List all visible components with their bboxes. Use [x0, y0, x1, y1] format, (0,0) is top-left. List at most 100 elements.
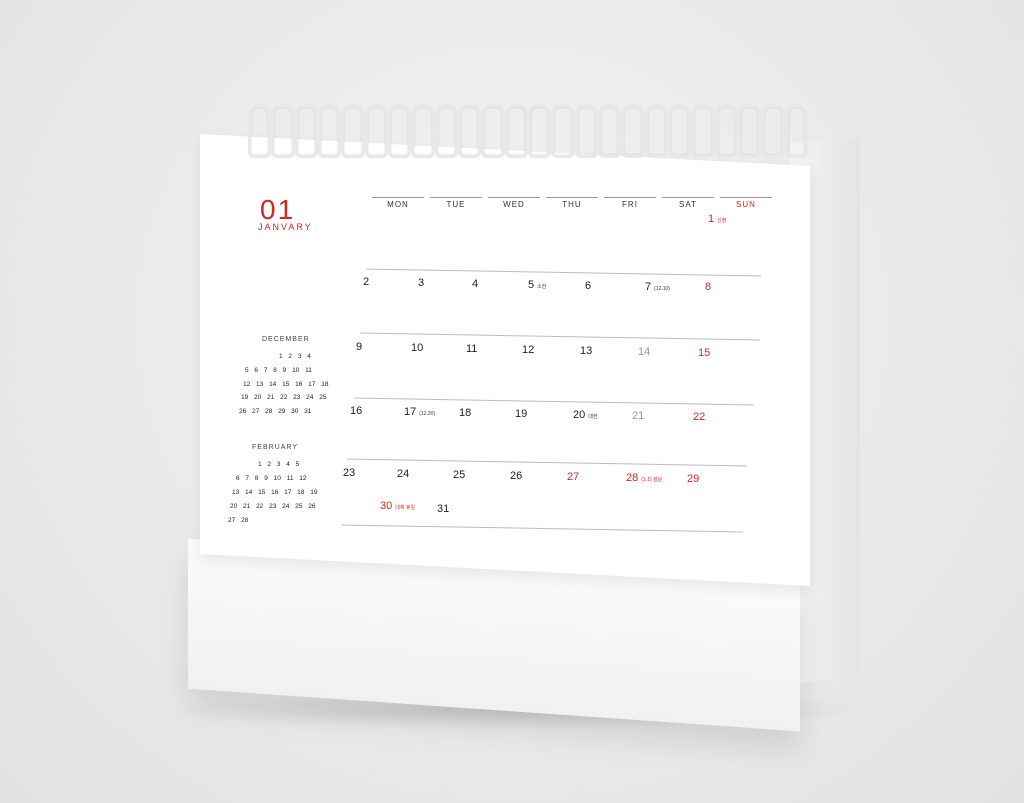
- day-note: (1.1) 설날: [641, 477, 663, 483]
- weekday-wed: WED: [488, 197, 540, 211]
- weekday-sun: SUN: [720, 197, 772, 211]
- ring: [597, 104, 622, 158]
- day-cell: 19: [515, 408, 527, 420]
- day-cell: 22: [693, 411, 705, 423]
- day-cell: 28 (1.1) 설날: [626, 472, 662, 484]
- ring: [434, 104, 458, 158]
- day-cell: 10: [411, 342, 423, 354]
- ring: [387, 104, 412, 158]
- ring: [737, 104, 762, 158]
- mini-week-row: 27 28: [228, 517, 249, 524]
- day-cell: 13: [580, 345, 592, 357]
- day-number: 11: [466, 343, 478, 355]
- ring: [271, 104, 295, 158]
- day-number: 14: [638, 346, 651, 358]
- ring: [667, 104, 692, 158]
- weekday-mon: MON: [372, 197, 424, 211]
- day-cell: 12: [522, 344, 534, 356]
- ring: [457, 104, 482, 158]
- day-cell: 15: [698, 347, 710, 359]
- day-number: 6: [585, 280, 592, 292]
- day-number: 8: [705, 281, 712, 293]
- day-cell: 7 (12.10): [645, 281, 670, 293]
- ring: [621, 104, 645, 158]
- mini-week-row: 26 27 28 29 30 31: [239, 408, 312, 415]
- day-number: 22: [693, 411, 706, 423]
- mini-week-row: 1 2 3 4: [279, 353, 311, 360]
- day-number: 1: [708, 213, 715, 225]
- day-cell: 23: [343, 467, 355, 479]
- day-cell: 4: [472, 278, 478, 290]
- day-cell: 16: [350, 405, 362, 417]
- day-cell: 9: [356, 341, 362, 353]
- mini-week-row: 13 14 15 16 17 18 19: [232, 489, 318, 496]
- day-note: 대한: [588, 414, 598, 420]
- day-note: 대체 휴일: [395, 505, 416, 511]
- ring: [341, 104, 365, 158]
- day-cell: 24: [397, 468, 409, 480]
- ring: [317, 104, 342, 158]
- day-number: 18: [459, 407, 472, 419]
- ring: [248, 104, 272, 158]
- weekday-thu: THU: [546, 197, 598, 211]
- day-number: 29: [687, 473, 700, 485]
- ring: [364, 104, 388, 158]
- day-number: 25: [453, 469, 466, 481]
- day-note: 소한: [537, 284, 547, 290]
- day-cell: 27: [567, 471, 579, 483]
- day-cell: 2: [363, 276, 369, 288]
- day-number: 23: [343, 467, 356, 479]
- day-number: 19: [515, 408, 528, 420]
- weekday-sat: SAT: [662, 197, 714, 211]
- day-cell: 18: [459, 407, 471, 419]
- day-note: (12.10): [654, 286, 670, 292]
- day-cell: 14: [638, 346, 650, 358]
- ring: [574, 104, 598, 158]
- ring: [294, 104, 318, 158]
- day-cell: 11: [466, 343, 477, 355]
- ring: [411, 104, 435, 158]
- day-cell: 3: [418, 277, 424, 289]
- day-number: 16: [350, 405, 363, 417]
- day-number: 17: [404, 406, 417, 418]
- day-cell: 29: [687, 473, 699, 485]
- weekday-tue: TUE: [430, 197, 482, 211]
- mini-week-row: 1 2 3 4 5: [258, 461, 300, 468]
- ring: [504, 104, 528, 158]
- mini-week-row: 6 7 8 9 10 11 12: [236, 475, 307, 482]
- day-number: 12: [522, 344, 535, 356]
- day-cell: 30 대체 휴일: [380, 500, 415, 512]
- day-number: 13: [580, 345, 593, 357]
- mini-week-row: 12 13 14 15 16 17 18: [243, 381, 329, 388]
- day-number: 31: [437, 503, 450, 515]
- day-number: 20: [573, 409, 586, 421]
- day-number: 21: [632, 410, 645, 422]
- day-cell: 26: [510, 470, 522, 482]
- ring: [691, 104, 715, 158]
- day-note: (12.20): [419, 411, 436, 417]
- day-cell: 6: [585, 280, 591, 292]
- weekday-header: MON TUE WED THU FRI SAT SUN: [372, 197, 772, 211]
- day-cell: 5 소한: [528, 279, 546, 291]
- weekday-fri: FRI: [604, 197, 656, 211]
- day-note: 신정: [717, 218, 727, 224]
- day-cell: 8: [705, 281, 711, 293]
- day-cell: 21: [632, 410, 644, 422]
- mini-month-title: DECEMBER: [262, 336, 310, 343]
- mini-week-row: 20 21 22 23 24 25 26: [230, 503, 316, 510]
- spiral-binding: [248, 104, 808, 174]
- day-number: 5: [528, 279, 535, 291]
- ring: [527, 104, 552, 158]
- month-name: JANVARY: [258, 222, 313, 232]
- day-number: 28: [626, 472, 639, 484]
- desk-calendar-photo: 01 JANVARY MON TUE WED THU FRI SAT SUN 1…: [0, 0, 1024, 803]
- day-cell: 31: [437, 503, 449, 515]
- mini-week-row: 19 20 21 22 23 24 25: [241, 394, 327, 401]
- day-number: 15: [698, 347, 711, 359]
- ring: [551, 104, 575, 158]
- day-cell: 20 대한: [573, 409, 597, 421]
- day-number: 3: [418, 277, 425, 289]
- day-number: 26: [510, 470, 523, 482]
- mini-week-row: 5 6 7 8 9 10 11: [245, 367, 312, 374]
- day-number: 10: [411, 342, 424, 354]
